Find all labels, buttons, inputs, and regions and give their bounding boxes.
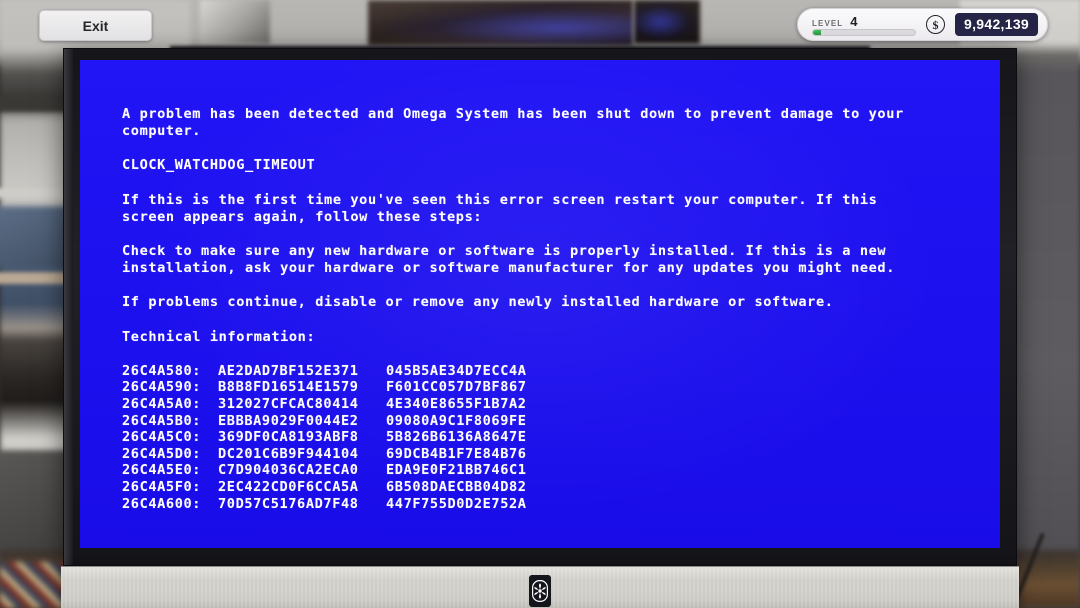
dump-value-b: F601CC057D7BF867 — [386, 379, 527, 396]
dump-value-a: AE2DAD7BF152E371 — [218, 362, 359, 379]
dump-address: 26C4A5F0: — [122, 478, 202, 495]
dump-value-b: 5B826B6136A8647E — [386, 429, 527, 446]
hud-status-bar: LEVEL 4 $ 9,942,139 — [797, 8, 1048, 41]
background-pc-case-rgb — [368, 0, 633, 46]
bsod-restart-instructions: If this is the first time you've seen th… — [122, 191, 878, 225]
dump-value-a: 70D57C5176AD7F48 — [218, 495, 359, 512]
memory-dump-row: 26C4A580: AE2DAD7BF152E371 045B5AE34D7ECC4… — [122, 363, 1000, 380]
dump-value-b: 09080A9C1F8069FE — [386, 412, 527, 429]
bsod-disable-instructions: If problems continue, disable or remove … — [122, 294, 834, 311]
bsod-hardware-instructions: Check to make sure any new hardware or s… — [122, 243, 896, 277]
dump-value-a: B8B8FD16514E1579 — [218, 379, 359, 396]
bsod-memory-dump-list: 26C4A580: AE2DAD7BF152E371 045B5AE34D7ECC4… — [122, 363, 1000, 512]
memory-dump-row: 26C4A5F0: 2EC422CD0F6CCA5A 6B508DAECBB04D8… — [122, 479, 1000, 496]
level-progress-fill — [813, 29, 822, 35]
memory-dump-row: 26C4A5C0: 369DF0CA8193ABF8 5B826B6136A8647… — [122, 429, 1000, 446]
level-indicator: LEVEL 4 — [812, 13, 917, 36]
bsod-screen: A problem has been detected and Omega Sy… — [80, 60, 1000, 548]
dollar-coin-icon: $ — [926, 15, 946, 34]
dump-address: 26C4A5A0: — [122, 396, 202, 413]
monitor[interactable]: A problem has been detected and Omega Sy… — [61, 48, 1019, 608]
dump-address: 26C4A600: — [122, 495, 202, 512]
bsod-technical-heading: Technical information: — [122, 328, 316, 345]
bsod-text-block: A problem has been detected and Omega Sy… — [80, 60, 1000, 512]
bsod-intro-text: A problem has been detected and Omega Sy… — [122, 106, 904, 140]
memory-dump-row: 26C4A5B0: EBBBA9029F0044E2 09080A9C1F8069F… — [122, 413, 1000, 430]
memory-dump-row: 26C4A590: B8B8FD16514E1579 F601CC057D7BF86… — [122, 379, 1000, 396]
dump-address: 26C4A590: — [122, 379, 202, 396]
dump-value-b: EDA9E0F21BB746C1 — [386, 462, 527, 479]
dump-value-b: 6B508DAECBB04D82 — [386, 478, 527, 495]
dump-value-a: EBBBA9029F0044E2 — [218, 412, 359, 429]
dump-value-a: DC201C6B9F944104 — [218, 445, 359, 462]
dump-value-a: 369DF0CA8193ABF8 — [218, 429, 359, 446]
dump-address: 26C4A5D0: — [122, 445, 202, 462]
monitor-stand-bezel — [61, 566, 1019, 608]
level-label: LEVEL — [812, 18, 844, 28]
dump-value-b: 69DCB4B1F7E84B76 — [386, 445, 527, 462]
dump-address: 26C4A580: — [122, 362, 202, 379]
dump-value-b: 045B5AE34D7ECC4A — [386, 362, 527, 379]
bsod-stop-code: CLOCK_WATCHDOG_TIMEOUT — [122, 157, 316, 174]
exit-button[interactable]: Exit — [39, 10, 152, 41]
dump-address: 26C4A5E0: — [122, 462, 202, 479]
memory-dump-row: 26C4A600: 70D57C5176AD7F48 447F755D0D2E752… — [122, 496, 1000, 513]
money-value: 9,942,139 — [955, 13, 1038, 36]
dump-value-b: 447F755D0D2E752A — [386, 495, 527, 512]
level-value: 4 — [850, 13, 858, 29]
fan-logo-icon — [529, 575, 551, 607]
game-screen: A problem has been detected and Omega Sy… — [0, 0, 1080, 608]
dump-value-a: 2EC422CD0F6CCA5A — [218, 478, 359, 495]
memory-dump-row: 26C4A5E0: C7D904036CA2ECA0 EDA9E0F21BB746C… — [122, 462, 1000, 479]
background-panel — [200, 0, 270, 44]
level-progress-bar — [812, 28, 917, 36]
background-pc-case-secondary — [634, 0, 700, 44]
dump-address: 26C4A5B0: — [122, 412, 202, 429]
dump-address: 26C4A5C0: — [122, 429, 202, 446]
memory-dump-row: 26C4A5D0: DC201C6B9F944104 69DCB4B1F7E84B7… — [122, 446, 1000, 463]
dump-value-b: 4E340E8655F1B7A2 — [386, 396, 527, 413]
dump-value-a: C7D904036CA2ECA0 — [218, 462, 359, 479]
memory-dump-row: 26C4A5A0: 312027CFCAC80414 4E340E8655F1B7A… — [122, 396, 1000, 413]
dump-value-a: 312027CFCAC80414 — [218, 396, 359, 413]
